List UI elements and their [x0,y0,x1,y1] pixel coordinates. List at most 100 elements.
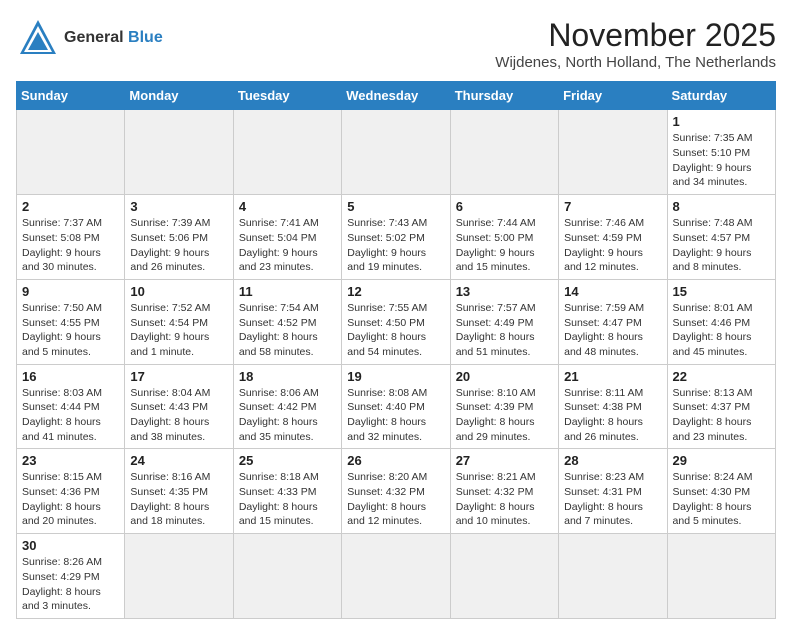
day-number: 5 [347,199,444,214]
day-number: 2 [22,199,119,214]
day-number: 13 [456,284,553,299]
day-number: 22 [673,369,770,384]
calendar-day-cell: 27 Sunrise: 8:21 AM Sunset: 4:32 PM Dayli… [450,449,558,534]
calendar-day-cell: 21 Sunrise: 8:11 AM Sunset: 4:38 PM Dayli… [559,364,667,449]
calendar-day-cell: 8 Sunrise: 7:48 AM Sunset: 4:57 PM Daylig… [667,195,775,280]
day-number: 20 [456,369,553,384]
calendar-week-row: 16 Sunrise: 8:03 AM Sunset: 4:44 PM Dayli… [17,364,776,449]
day-info: Sunrise: 7:52 AM Sunset: 4:54 PM Dayligh… [130,301,227,360]
calendar-day-cell: 20 Sunrise: 8:10 AM Sunset: 4:39 PM Dayli… [450,364,558,449]
calendar-day-cell [233,110,341,195]
calendar-day-cell: 19Sunrise: 8:08 AM Sunset: 4:40 PM Dayli… [342,364,450,449]
day-number: 27 [456,453,553,468]
logo-icon [16,16,60,60]
day-info: Sunrise: 8:21 AM Sunset: 4:32 PM Dayligh… [456,470,553,529]
day-info: Sunrise: 7:44 AM Sunset: 5:00 PM Dayligh… [456,216,553,275]
calendar-day-cell: 15 Sunrise: 8:01 AM Sunset: 4:46 PM Dayli… [667,279,775,364]
weekday-header-cell: Wednesday [342,82,450,110]
day-info: Sunrise: 7:41 AM Sunset: 5:04 PM Dayligh… [239,216,336,275]
calendar-day-cell: 30Sunrise: 8:26 AM Sunset: 4:29 PM Dayli… [17,534,125,619]
calendar-day-cell [17,110,125,195]
day-number: 10 [130,284,227,299]
calendar-day-cell: 13 Sunrise: 7:57 AM Sunset: 4:49 PM Dayli… [450,279,558,364]
day-info: Sunrise: 8:18 AM Sunset: 4:33 PM Dayligh… [239,470,336,529]
day-number: 1 [673,114,770,129]
calendar-day-cell: 2 Sunrise: 7:37 AM Sunset: 5:08 PM Daylig… [17,195,125,280]
day-info: Sunrise: 8:10 AM Sunset: 4:39 PM Dayligh… [456,386,553,445]
weekday-header-cell: Sunday [17,82,125,110]
day-number: 17 [130,369,227,384]
calendar-day-cell: 1 Sunrise: 7:35 AM Sunset: 5:10 PM Daylig… [667,110,775,195]
calendar-day-cell: 4 Sunrise: 7:41 AM Sunset: 5:04 PM Daylig… [233,195,341,280]
day-info: Sunrise: 7:43 AM Sunset: 5:02 PM Dayligh… [347,216,444,275]
day-number: 16 [22,369,119,384]
calendar-day-cell [233,534,341,619]
weekday-header-row: SundayMondayTuesdayWednesdayThursdayFrid… [17,82,776,110]
day-info: Sunrise: 8:03 AM Sunset: 4:44 PM Dayligh… [22,386,119,445]
day-info: Sunrise: 7:55 AM Sunset: 4:50 PM Dayligh… [347,301,444,360]
day-number: 14 [564,284,661,299]
calendar-body: 1 Sunrise: 7:35 AM Sunset: 5:10 PM Daylig… [17,110,776,619]
day-number: 11 [239,284,336,299]
day-info: Sunrise: 7:57 AM Sunset: 4:49 PM Dayligh… [456,301,553,360]
title-block: November 2025 Wijdenes, North Holland, T… [495,16,776,71]
calendar-day-cell: 12Sunrise: 7:55 AM Sunset: 4:50 PM Dayli… [342,279,450,364]
day-info: Sunrise: 7:37 AM Sunset: 5:08 PM Dayligh… [22,216,119,275]
day-number: 8 [673,199,770,214]
weekday-header-cell: Thursday [450,82,558,110]
day-number: 6 [456,199,553,214]
day-number: 25 [239,453,336,468]
calendar-day-cell [450,534,558,619]
calendar-day-cell: 28Sunrise: 8:23 AM Sunset: 4:31 PM Dayli… [559,449,667,534]
calendar-day-cell: 7 Sunrise: 7:46 AM Sunset: 4:59 PM Daylig… [559,195,667,280]
day-info: Sunrise: 7:39 AM Sunset: 5:06 PM Dayligh… [130,216,227,275]
weekday-header-cell: Monday [125,82,233,110]
calendar-day-cell: 9Sunrise: 7:50 AM Sunset: 4:55 PM Daylig… [17,279,125,364]
calendar-day-cell: 23 Sunrise: 8:15 AM Sunset: 4:36 PM Dayli… [17,449,125,534]
calendar-day-cell: 22 Sunrise: 8:13 AM Sunset: 4:37 PM Dayli… [667,364,775,449]
day-number: 21 [564,369,661,384]
calendar-day-cell [342,110,450,195]
day-number: 7 [564,199,661,214]
day-info: Sunrise: 8:23 AM Sunset: 4:31 PM Dayligh… [564,470,661,529]
calendar-day-cell: 6 Sunrise: 7:44 AM Sunset: 5:00 PM Daylig… [450,195,558,280]
calendar-day-cell: 3 Sunrise: 7:39 AM Sunset: 5:06 PM Daylig… [125,195,233,280]
calendar-day-cell [450,110,558,195]
calendar-day-cell: 5 Sunrise: 7:43 AM Sunset: 5:02 PM Daylig… [342,195,450,280]
calendar-day-cell [559,534,667,619]
page-header: General Blue November 2025 Wijdenes, Nor… [16,16,776,71]
calendar-day-cell: 24Sunrise: 8:16 AM Sunset: 4:35 PM Dayli… [125,449,233,534]
logo: General Blue [16,16,163,60]
day-info: Sunrise: 8:16 AM Sunset: 4:35 PM Dayligh… [130,470,227,529]
location-subtitle: Wijdenes, North Holland, The Netherlands [495,54,776,71]
calendar-table: SundayMondayTuesdayWednesdayThursdayFrid… [16,81,776,619]
month-year-title: November 2025 [495,16,776,54]
day-number: 15 [673,284,770,299]
day-number: 26 [347,453,444,468]
day-info: Sunrise: 8:15 AM Sunset: 4:36 PM Dayligh… [22,470,119,529]
day-info: Sunrise: 8:20 AM Sunset: 4:32 PM Dayligh… [347,470,444,529]
weekday-header-cell: Tuesday [233,82,341,110]
day-number: 23 [22,453,119,468]
day-number: 18 [239,369,336,384]
calendar-week-row: 23 Sunrise: 8:15 AM Sunset: 4:36 PM Dayli… [17,449,776,534]
day-info: Sunrise: 7:35 AM Sunset: 5:10 PM Dayligh… [673,131,770,190]
day-info: Sunrise: 8:08 AM Sunset: 4:40 PM Dayligh… [347,386,444,445]
weekday-header-cell: Saturday [667,82,775,110]
calendar-day-cell: 16 Sunrise: 8:03 AM Sunset: 4:44 PM Dayli… [17,364,125,449]
day-number: 4 [239,199,336,214]
day-info: Sunrise: 7:46 AM Sunset: 4:59 PM Dayligh… [564,216,661,275]
day-info: Sunrise: 8:13 AM Sunset: 4:37 PM Dayligh… [673,386,770,445]
calendar-day-cell [125,110,233,195]
day-info: Sunrise: 7:48 AM Sunset: 4:57 PM Dayligh… [673,216,770,275]
day-number: 3 [130,199,227,214]
day-number: 9 [22,284,119,299]
calendar-day-cell [125,534,233,619]
calendar-day-cell: 14 Sunrise: 7:59 AM Sunset: 4:47 PM Dayli… [559,279,667,364]
day-info: Sunrise: 8:01 AM Sunset: 4:46 PM Dayligh… [673,301,770,360]
calendar-day-cell: 25 Sunrise: 8:18 AM Sunset: 4:33 PM Dayli… [233,449,341,534]
calendar-day-cell: 10 Sunrise: 7:52 AM Sunset: 4:54 PM Dayli… [125,279,233,364]
day-info: Sunrise: 7:59 AM Sunset: 4:47 PM Dayligh… [564,301,661,360]
day-info: Sunrise: 8:11 AM Sunset: 4:38 PM Dayligh… [564,386,661,445]
calendar-day-cell: 18Sunrise: 8:06 AM Sunset: 4:42 PM Dayli… [233,364,341,449]
